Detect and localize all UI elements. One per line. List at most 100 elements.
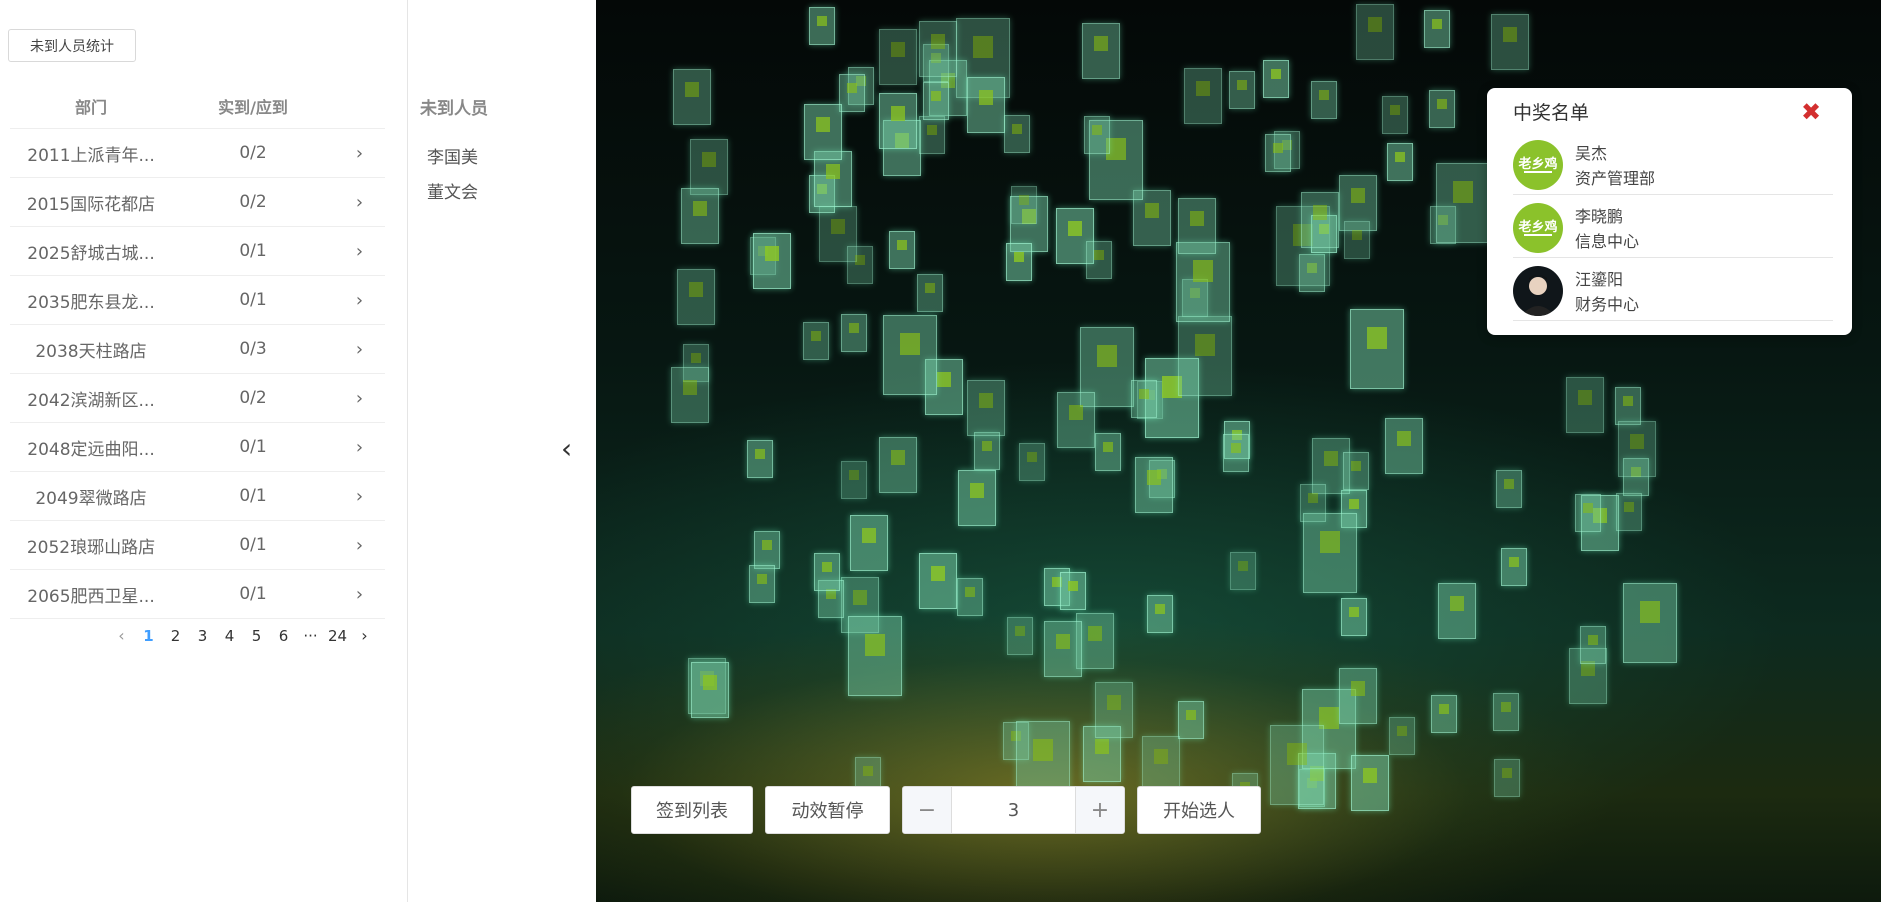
employee-card <box>753 233 791 289</box>
employee-card <box>889 231 915 269</box>
decrease-button[interactable]: − <box>903 787 951 833</box>
employee-card <box>1006 243 1032 281</box>
table-row[interactable]: 2025舒城古城... 0/1 › <box>10 227 385 276</box>
employee-card <box>747 440 773 478</box>
employee-card <box>1178 198 1216 254</box>
chevron-right-icon[interactable]: › <box>334 584 385 605</box>
table-row[interactable]: 2065肥西卫星... 0/1 › <box>10 570 385 619</box>
start-select-button[interactable]: 开始选人 <box>1137 786 1261 834</box>
employee-card <box>1389 717 1415 755</box>
table-row[interactable]: 2038天柱路店 0/3 › <box>10 325 385 374</box>
winner-item: 汪鎏阳 财务中心 <box>1513 258 1833 321</box>
employee-card <box>1270 725 1324 805</box>
pause-effect-button[interactable]: 动效暂停 <box>765 786 890 834</box>
page-number[interactable]: 3 <box>189 627 216 645</box>
employee-card <box>1385 418 1423 474</box>
employee-card <box>1615 387 1641 425</box>
brand-logo-avatar: 老乡鸡 <box>1513 203 1563 253</box>
employee-card <box>957 578 983 616</box>
chevron-right-icon[interactable]: › <box>334 486 385 507</box>
next-page-icon[interactable]: › <box>351 626 378 645</box>
header-dept: 部门 <box>74 98 107 117</box>
employee-card <box>1184 68 1222 124</box>
brand-logo-avatar: 老乡鸡 <box>1513 140 1563 190</box>
employee-card <box>839 74 865 112</box>
collapse-panel-icon[interactable]: ‹ <box>561 432 572 465</box>
page-number[interactable]: 1 <box>135 627 162 645</box>
row-dept: 2049翠微路店 <box>35 488 147 509</box>
winner-name: 李晓鹏 <box>1575 207 1624 226</box>
employee-card <box>1142 736 1180 792</box>
chevron-right-icon[interactable]: › <box>334 192 385 213</box>
employee-card <box>1339 668 1377 724</box>
chevron-right-icon[interactable]: › <box>334 290 385 311</box>
page-number[interactable]: 4 <box>216 627 243 645</box>
table-row[interactable]: 2035肥东县龙... 0/1 › <box>10 276 385 325</box>
table-row[interactable]: 2052琅琊山路店 0/1 › <box>10 521 385 570</box>
employee-card <box>1382 96 1408 134</box>
page-number[interactable]: 2 <box>162 627 189 645</box>
employee-card <box>1350 309 1404 389</box>
employee-card <box>809 7 835 45</box>
table-row[interactable]: 2042滨湖新区... 0/2 › <box>10 374 385 423</box>
employee-card <box>681 188 719 244</box>
employee-card <box>850 515 888 571</box>
chevron-right-icon[interactable]: › <box>334 143 385 164</box>
employee-card <box>917 274 943 312</box>
chevron-right-icon[interactable]: › <box>334 535 385 556</box>
employee-card <box>1341 598 1367 636</box>
employee-card <box>1011 186 1037 224</box>
absent-stats-button[interactable]: 未到人员统计 <box>8 29 136 62</box>
row-dept: 2048定远曲阳... <box>27 439 155 460</box>
table-row[interactable]: 2011上派青年... 0/2 › <box>10 129 385 178</box>
employee-card <box>1095 682 1133 738</box>
absent-person: 董文会 <box>427 183 478 203</box>
svg-text:老乡鸡: 老乡鸡 <box>1518 219 1558 235</box>
employee-card <box>1501 548 1527 586</box>
chevron-right-icon[interactable]: › <box>334 437 385 458</box>
employee-card <box>1429 90 1455 128</box>
employee-card <box>1086 241 1112 279</box>
employee-card <box>1007 617 1033 655</box>
page-number[interactable]: 5 <box>243 627 270 645</box>
count-input[interactable] <box>951 787 1076 833</box>
employee-card <box>1135 457 1173 513</box>
chevron-right-icon[interactable]: › <box>334 241 385 262</box>
employee-card <box>919 116 945 154</box>
row-ratio: 0/1 <box>239 584 267 604</box>
department-table: 部门 实到/应到 2011上派青年... 0/2 › 2015国际花都店 0/2 › 202… <box>10 84 385 619</box>
employee-card <box>879 93 917 149</box>
employee-card <box>879 29 917 85</box>
employee-card <box>1301 192 1339 248</box>
employee-card <box>1095 433 1121 471</box>
row-ratio: 0/1 <box>239 486 267 506</box>
winner-panel: 中奖名单 ✖ 老乡鸡 吴杰 资产管理部 老乡鸡 李晓鹏 信息中心 汪鎏阳 财务中心 <box>1487 88 1852 335</box>
increase-button[interactable]: + <box>1076 787 1124 833</box>
page-number[interactable]: 24 <box>324 627 351 645</box>
row-dept: 2052琅琊山路店 <box>26 537 156 558</box>
chevron-right-icon[interactable]: › <box>334 388 385 409</box>
row-ratio: 0/1 <box>239 535 267 555</box>
row-ratio: 0/3 <box>239 339 267 359</box>
table-row[interactable]: 2015国际花都店 0/2 › <box>10 178 385 227</box>
chevron-right-icon[interactable]: › <box>334 339 385 360</box>
employee-card <box>1351 755 1389 811</box>
page-number[interactable]: ··· <box>297 627 324 645</box>
employee-card <box>1178 316 1232 396</box>
employee-card <box>1431 695 1457 733</box>
employee-card <box>974 432 1000 470</box>
table-row[interactable]: 2048定远曲阳... 0/1 › <box>10 423 385 472</box>
absent-person: 李国美 <box>427 148 478 168</box>
absent-title: 未到人员 <box>420 99 488 119</box>
table-row[interactable]: 2049翠微路店 0/1 › <box>10 472 385 521</box>
page-number[interactable]: 6 <box>270 627 297 645</box>
prev-page-icon[interactable]: ‹ <box>108 626 135 645</box>
signin-list-button[interactable]: 签到列表 <box>631 786 753 834</box>
close-icon[interactable]: ✖ <box>1801 98 1821 126</box>
employee-card <box>1436 163 1490 243</box>
employee-card <box>1131 380 1157 418</box>
employee-card <box>1019 443 1045 481</box>
employee-card <box>804 104 842 160</box>
employee-card <box>919 21 957 77</box>
row-dept: 2035肥东县龙... <box>27 292 155 313</box>
